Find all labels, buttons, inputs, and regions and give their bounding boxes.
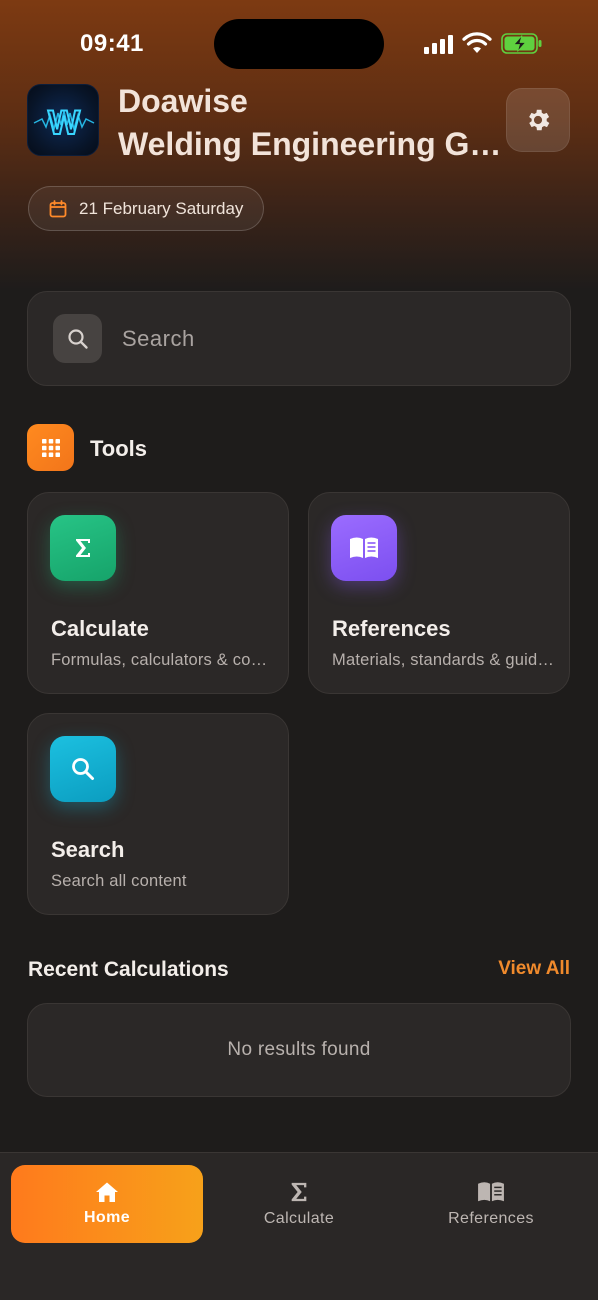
view-all-link[interactable]: View All [498,958,570,980]
date-text: 21 February Saturday [79,198,244,218]
tool-card-calculate[interactable]: Calculate Formulas, calculators & conver… [27,492,289,694]
recent-calculations-title: Recent Calculations [28,958,229,981]
home-icon [96,1182,118,1202]
tool-card-references[interactable]: References Materials, standards & guides [308,492,570,694]
tab-label: References [448,1210,534,1227]
book-icon [478,1182,504,1202]
app-title: Doawise Welding Engineering Guide [118,80,502,166]
settings-button[interactable] [506,88,570,152]
home-screen: 09:41 W Doawise Welding Engineering Guid [0,0,598,1300]
calendar-icon [49,199,67,217]
tab-references[interactable]: References [395,1165,587,1243]
sigma-icon [291,1182,307,1202]
tab-label: Calculate [263,1210,335,1227]
references-card-icon [331,515,397,581]
dynamic-island [214,19,384,69]
tab-label: Home [83,1209,131,1226]
card-title: Search [51,837,125,862]
search-input[interactable] [122,313,570,364]
search-icon-container [53,314,102,363]
tool-card-search[interactable]: Search Search all content [27,713,289,915]
bottom-tab-bar: Home Calculate References [0,1152,598,1300]
gear-icon [529,109,550,131]
card-subtitle: Formulas, calculators & conversions [51,651,273,669]
app-logo: W [27,84,99,156]
svg-text:W: W [48,104,81,142]
card-title: Calculate [51,616,149,641]
welding-logo-icon: W [33,103,95,143]
search-card-icon [50,736,116,802]
tab-calculate[interactable]: Calculate [203,1165,395,1243]
empty-state-text: No results found [227,1039,371,1060]
tools-badge [27,424,74,471]
tab-home[interactable]: Home [11,1165,203,1243]
sigma-icon [76,539,90,557]
search-icon [67,328,88,349]
card-subtitle: Search all content [51,872,187,890]
card-title: References [332,616,451,641]
cellular-signal-icon [424,34,454,54]
app-title-line2: Welding Engineering Guide [118,126,502,162]
grid-icon [41,438,60,457]
status-bar: 09:41 [0,0,598,90]
book-icon [350,537,378,558]
card-subtitle: Materials, standards & guides [332,651,554,669]
date-chip: 21 February Saturday [28,186,265,231]
recent-calculations-list: No results found [27,1003,571,1097]
calculate-card-icon [50,515,116,581]
wifi-icon [462,32,492,53]
search-bar[interactable] [27,291,571,386]
search-icon [72,758,94,780]
status-time: 09:41 [80,30,144,57]
app-title-line1: Doawise [118,83,248,119]
battery-charging-icon [501,33,542,54]
tools-section-title: Tools [90,436,148,461]
